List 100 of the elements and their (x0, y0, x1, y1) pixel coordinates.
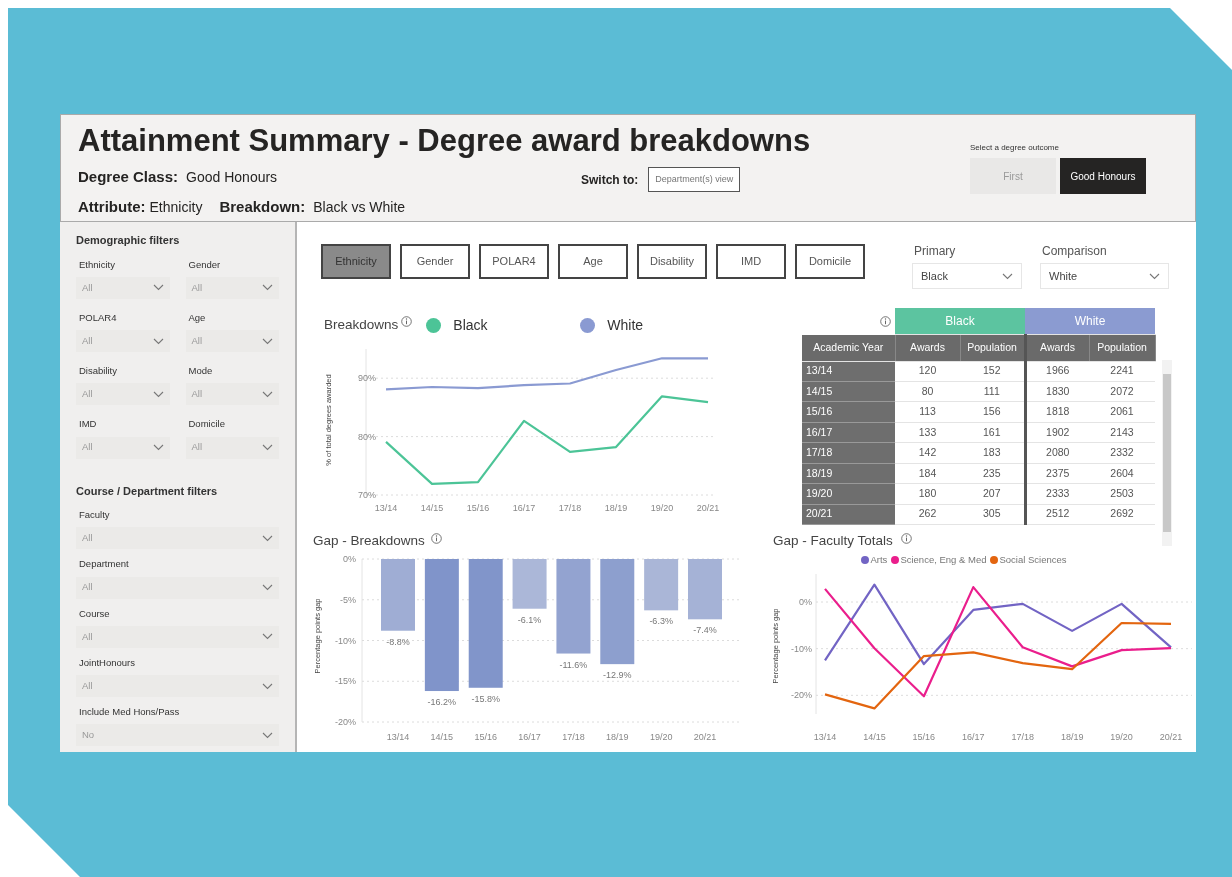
axis-category-label: 20/21 (696, 503, 719, 513)
filter-dropdown[interactable]: All (185, 436, 279, 459)
attribute-button[interactable]: Age (558, 244, 628, 279)
selector-dropdown[interactable]: White (1040, 263, 1169, 289)
attribute-button[interactable]: IMD (716, 244, 786, 279)
filter-dropdown[interactable]: All (76, 625, 279, 648)
table-cell: 1830 (1025, 381, 1089, 402)
chevron-icon (152, 284, 164, 292)
table-cell: 156 (960, 401, 1025, 423)
table-cell: 2072 (1089, 381, 1155, 402)
axis-category-label: 19/20 (649, 732, 673, 742)
table-cell: 2604 (1089, 463, 1155, 484)
axis-category-label: 17/18 (562, 732, 585, 742)
axis-category-label: 19/20 (1110, 732, 1133, 742)
filter-dropdown[interactable]: All (76, 383, 170, 406)
attribute-button[interactable]: Gender (400, 244, 470, 279)
section-title: Course / Department filters (76, 483, 219, 499)
chevron-icon (262, 584, 273, 591)
chevron-icon (262, 633, 273, 641)
view-button[interactable]: Department(s) view (648, 166, 741, 193)
column-header: Academic Year (802, 334, 895, 362)
filter-dropdown[interactable]: All (185, 383, 279, 406)
attribute-button[interactable]: POLAR4 (479, 244, 549, 279)
axis-category-label: 16/17 (518, 732, 541, 742)
table-cell: 152 (960, 361, 1025, 382)
filter-dropdown[interactable]: All (76, 436, 170, 459)
table-cell: 207 (960, 483, 1025, 505)
column-header: Awards (1025, 334, 1089, 362)
filter-dropdown[interactable]: All (76, 276, 170, 299)
chevron-icon (262, 390, 273, 398)
axis-category-label: 20/21 (693, 732, 717, 742)
axis-category-label: 19/20 (650, 503, 674, 513)
filter-label: IMD (79, 417, 98, 432)
table-cell: 2080 (1025, 442, 1089, 464)
attribute-button[interactable]: Disability (637, 244, 707, 279)
table-cell: 183 (960, 442, 1025, 464)
switch-label: Switch to: (581, 171, 639, 189)
info-icon (880, 316, 891, 328)
table-cell: 15/16 (802, 401, 895, 423)
axis-category-label: 15/16 (474, 732, 497, 742)
field-label: Degree Class: (78, 166, 179, 187)
axis-category-label: 16/17 (512, 503, 536, 513)
axis-tick-label: -15% (335, 676, 356, 687)
axis-tick-label: 70% (358, 490, 376, 500)
data-label: -6.3% (649, 616, 673, 627)
table-cell: 161 (960, 422, 1025, 443)
axis-category-label: 14/15 (863, 732, 886, 742)
axis-tick-label: 0% (343, 554, 356, 564)
axis-category-label: 18/19 (606, 732, 629, 742)
group-header: Black (895, 308, 1025, 335)
legend-label: Social Sciences (999, 552, 1067, 567)
table-cell: 120 (895, 361, 960, 382)
section-title: Demographic filters (76, 233, 181, 248)
table-cell: 180 (895, 483, 960, 505)
table-cell: 2333 (1025, 483, 1089, 505)
attribute-button[interactable]: Domicile (795, 244, 865, 279)
table-cell: 133 (895, 422, 960, 443)
filter-label: Age (188, 310, 207, 325)
data-label: -8.8% (386, 636, 410, 647)
axis-tick-label: 80% (358, 431, 376, 442)
axis-tick-label: 90% (358, 373, 376, 384)
chart-title: Breakdowns (324, 315, 399, 334)
chevron-icon (262, 337, 273, 345)
filter-label: Course (79, 606, 111, 621)
filter-dropdown[interactable]: All (76, 576, 279, 599)
table-cell: 13/14 (802, 361, 895, 382)
table-cell: 1902 (1025, 422, 1089, 443)
filter-dropdown[interactable]: All (76, 675, 279, 697)
table-cell: 17/18 (802, 442, 895, 464)
chart-title: Gap - Breakdowns (313, 531, 425, 550)
filter-dropdown[interactable]: All (76, 330, 170, 352)
outcome-toggle[interactable]: First (970, 158, 1056, 194)
table-cell: 2512 (1025, 504, 1089, 525)
outcome-toggle[interactable]: Good Honours (1060, 158, 1146, 194)
axis-category-label: 16/17 (962, 732, 985, 742)
chevron-icon (262, 444, 273, 451)
selector-dropdown[interactable]: Black (912, 263, 1022, 289)
filter-label: POLAR4 (79, 310, 118, 325)
attribute-button[interactable]: Ethnicity (321, 244, 391, 279)
axis-category-label: 14/15 (430, 732, 454, 742)
scrollbar[interactable] (1161, 360, 1172, 546)
axis-tick-label: -10% (335, 635, 356, 646)
axis-tick-label: -20% (335, 717, 356, 727)
filter-dropdown[interactable]: All (185, 330, 279, 352)
chevron-icon (152, 444, 164, 451)
filter-dropdown[interactable]: No (76, 724, 279, 747)
axis-tick-label: -10% (791, 643, 812, 654)
axis-tick-label: 0% (799, 597, 812, 607)
selector-label: Select a degree outcome (970, 142, 1060, 154)
filter-dropdown[interactable]: All (185, 276, 279, 299)
dashboard-title: Attainment Summary - Degree award breakdowns (78, 125, 812, 158)
table-cell: 80 (895, 381, 960, 402)
table-cell: 18/19 (802, 463, 895, 484)
table-cell: 111 (960, 381, 1025, 402)
legend-label: White (607, 315, 644, 335)
table-cell: 262 (895, 504, 960, 525)
data-label: -11.6% (559, 659, 588, 670)
axis-tick-label: -5% (340, 594, 356, 605)
filter-dropdown[interactable]: All (76, 527, 279, 550)
table-cell: 1966 (1025, 361, 1089, 382)
